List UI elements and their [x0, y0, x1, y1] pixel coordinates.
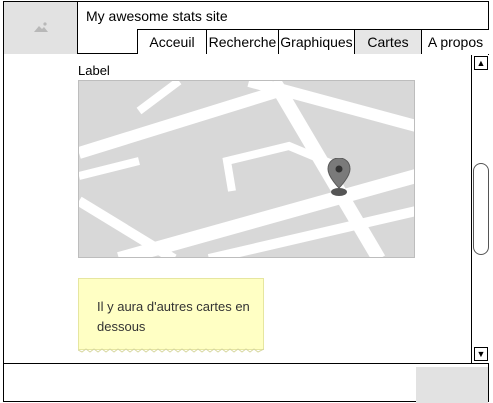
vertical-scrollbar[interactable]: ▲ ▼	[471, 55, 489, 363]
tab-acceuil[interactable]: Acceuil	[137, 29, 206, 54]
image-placeholder-icon	[34, 22, 48, 32]
note-text: Il y aura d'autres cartes en dessous	[97, 299, 250, 334]
scroll-down-icon[interactable]: ▼	[474, 347, 488, 361]
footer	[3, 363, 489, 403]
footer-placeholder	[416, 367, 488, 403]
map-pin-icon	[327, 158, 351, 196]
map-roads	[79, 81, 414, 257]
content-label: Label	[78, 63, 110, 78]
tab-cartes[interactable]: Cartes	[354, 29, 421, 54]
scroll-up-icon[interactable]: ▲	[474, 56, 488, 70]
map[interactable]	[78, 80, 415, 258]
nav-bar: Acceuil Recherche Graphiques Cartes A pr…	[137, 29, 489, 54]
scroll-thumb[interactable]	[473, 163, 489, 255]
logo	[4, 2, 77, 54]
tab-a-propos[interactable]: A propos	[421, 29, 489, 54]
note-torn-edge	[78, 348, 264, 353]
tab-recherche[interactable]: Recherche	[206, 29, 278, 54]
tab-graphiques[interactable]: Graphiques	[278, 29, 354, 54]
sticky-note: Il y aura d'autres cartes en dessous	[78, 278, 264, 353]
site-title: My awesome stats site	[86, 8, 228, 24]
